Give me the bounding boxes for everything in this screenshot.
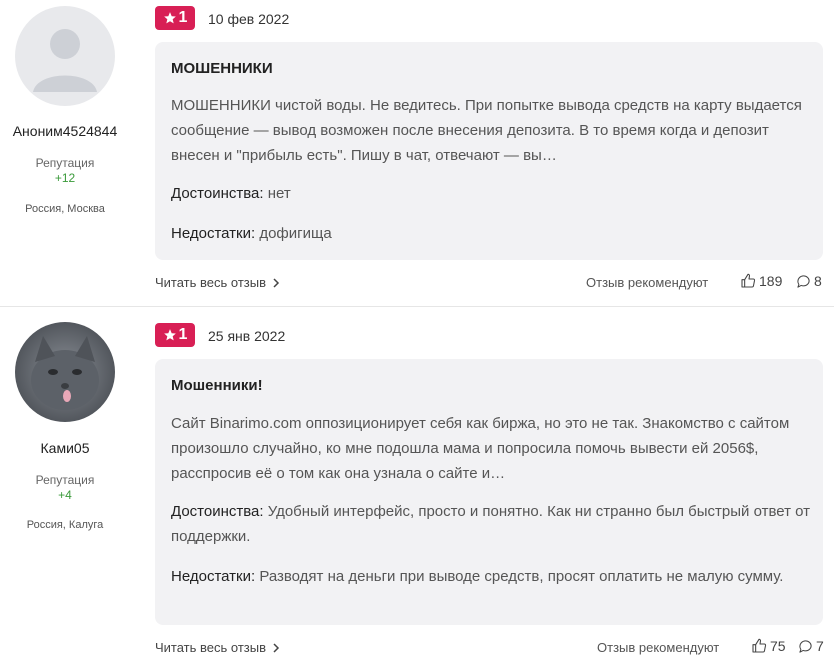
review-pros: Достоинства: Удобный интерфейс, просто и… — [171, 499, 811, 549]
comment-count: 8 — [814, 273, 822, 289]
rating-value: 1 — [178, 9, 188, 26]
author-name[interactable]: Аноним4524844 — [0, 123, 130, 139]
review-date: 10 фев 2022 — [208, 11, 290, 27]
review-title: МОШЕННИКИ — [171, 60, 273, 77]
chevron-right-icon — [273, 277, 280, 288]
comments-button[interactable]: 7 — [798, 638, 824, 654]
cons-label: Недостатки: — [171, 568, 256, 585]
review-date: 25 янв 2022 — [208, 328, 286, 344]
read-more-label: Читать весь отзыв — [155, 275, 267, 290]
star-icon — [163, 329, 176, 341]
review-text: МОШЕННИКИ чистой воды. Не ведитесь. При … — [171, 97, 802, 164]
like-button[interactable]: 75 — [751, 638, 786, 654]
review-card: Мошенники! Сайт Binarimo.com оппозициони… — [155, 359, 823, 625]
pros-label: Достоинства: — [171, 503, 264, 520]
cons-text: дофигища — [259, 225, 332, 242]
review-title: Мошенники! — [171, 377, 263, 394]
reputation-value: +12 — [54, 171, 76, 185]
pros-text: нет — [267, 185, 291, 202]
comments-button[interactable]: 8 — [796, 273, 822, 289]
cons-text: Разводят на деньги при выводе средств, п… — [259, 568, 784, 585]
comment-icon — [797, 274, 810, 288]
pros-text: Удобный интерфейс, просто и понятно. Как… — [171, 503, 811, 545]
pros-label: Достоинства: — [171, 185, 264, 202]
like-count: 189 — [759, 273, 783, 289]
review-item: Ками05 Репутация +4 Россия, Калуга 1 25 … — [0, 307, 834, 668]
author-name[interactable]: Ками05 — [0, 440, 130, 456]
cons-label: Недостатки: — [171, 225, 256, 242]
comment-icon — [799, 639, 812, 653]
star-icon — [163, 12, 176, 24]
thumbs-up-icon — [752, 638, 767, 653]
comment-count: 7 — [816, 638, 824, 654]
chevron-right-icon — [273, 642, 280, 653]
read-more-label: Читать весь отзыв — [155, 640, 267, 655]
review-pros: Достоинства: нет — [171, 181, 811, 206]
author-location: Россия, Калуга — [26, 519, 104, 531]
review-cons: Недостатки: Разводят на деньги при вывод… — [171, 564, 811, 589]
review-card: МОШЕННИКИ МОШЕННИКИ чистой воды. Не веди… — [155, 42, 823, 260]
rating-value: 1 — [178, 326, 188, 343]
author-location: Россия, Москва — [25, 203, 105, 215]
reputation-label: Репутация — [35, 156, 95, 170]
recommend-label: Отзыв рекомендуют — [586, 275, 709, 290]
read-full-review-link[interactable]: Читать весь отзыв — [155, 640, 280, 655]
reputation-label: Репутация — [35, 473, 95, 487]
review-item: Аноним4524844 Репутация +12 Россия, Моск… — [0, 0, 834, 306]
reputation-value: +4 — [58, 488, 72, 502]
like-button[interactable]: 189 — [740, 273, 782, 289]
rating-badge: 1 — [155, 323, 195, 347]
recommend-label: Отзыв рекомендуют — [597, 640, 720, 655]
thumbs-up-icon — [741, 273, 756, 288]
like-count: 75 — [770, 638, 786, 654]
cat-photo-avatar[interactable] — [15, 322, 115, 422]
rating-badge: 1 — [155, 6, 195, 30]
review-text: Сайт Binarimo.com оппозиционирует себя к… — [171, 415, 790, 482]
review-cons: Недостатки: дофигища — [171, 221, 811, 246]
read-full-review-link[interactable]: Читать весь отзыв — [155, 275, 280, 290]
default-avatar-icon[interactable] — [15, 6, 115, 106]
